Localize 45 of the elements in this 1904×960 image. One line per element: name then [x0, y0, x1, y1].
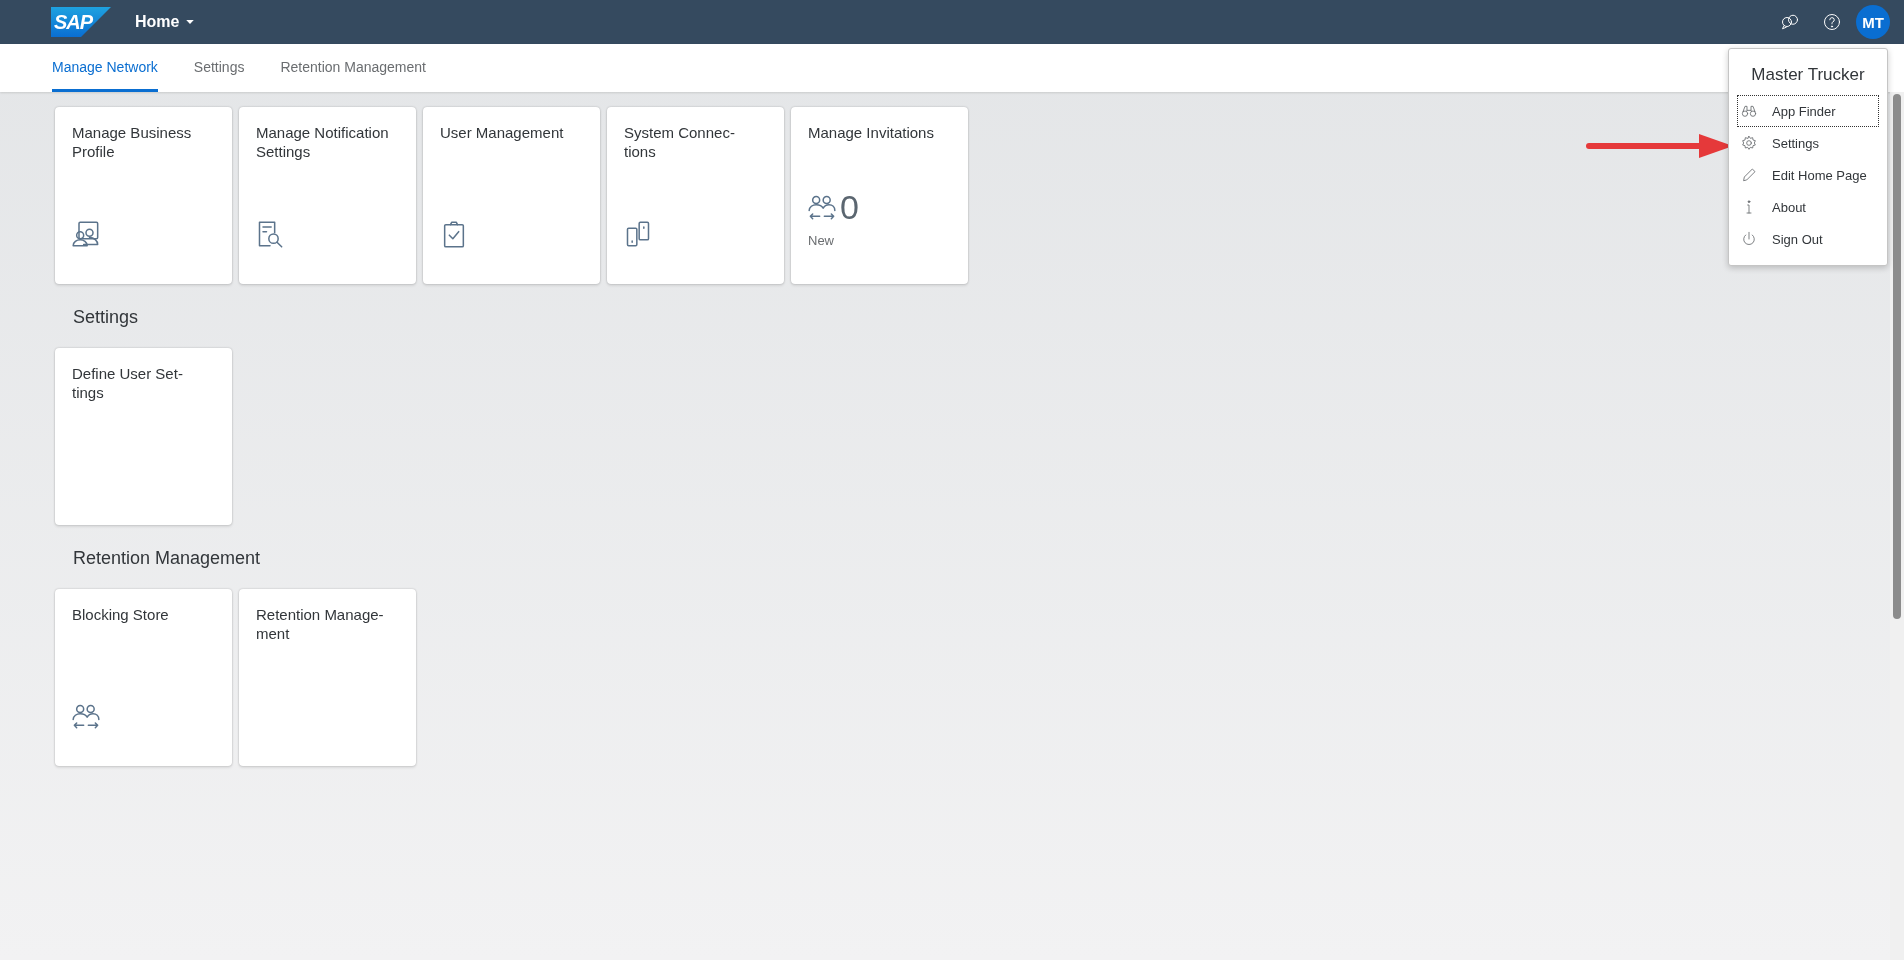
- settings-icon: [1741, 135, 1757, 151]
- menu-item[interactable]: App Finder: [1737, 95, 1879, 127]
- tile-title: Manage Business Profile: [72, 123, 193, 161]
- tile-title: Retention Manage- ment: [256, 605, 385, 643]
- app-tile[interactable]: Define User Set- tings: [55, 348, 232, 525]
- pencil-icon: [1741, 167, 1757, 183]
- tile-title: User Management: [440, 123, 565, 142]
- tile-title: Blocking Store: [72, 605, 170, 624]
- section-title: Retention Management: [73, 548, 262, 569]
- people-exchange-icon: [72, 702, 100, 730]
- section-title: Settings: [73, 307, 140, 328]
- app-tile[interactable]: Retention Manage- ment: [239, 589, 416, 766]
- app-tile[interactable]: Blocking Store: [55, 589, 232, 766]
- app-tile[interactable]: Manage Business Profile: [55, 107, 232, 284]
- sap-logo[interactable]: SAP: [51, 7, 111, 37]
- people-exchange-icon: [808, 193, 836, 221]
- caret-icon: [185, 17, 196, 27]
- tile-title: System Connec- tions: [624, 123, 736, 161]
- tile-title: Manage Notification Settings: [256, 123, 390, 161]
- people-card-icon: [72, 220, 100, 248]
- tab[interactable]: Manage Network: [52, 44, 158, 92]
- user-avatar-button[interactable]: MT: [1856, 5, 1890, 39]
- app-tile[interactable]: System Connec- tions: [607, 107, 784, 284]
- power-icon: [1741, 231, 1757, 247]
- app-tile[interactable]: User Management: [423, 107, 600, 284]
- home-menu-button[interactable]: Home: [135, 7, 196, 37]
- tab[interactable]: Settings: [193, 44, 245, 92]
- menu-item[interactable]: Sign Out: [1737, 223, 1879, 255]
- tab[interactable]: Retention Management: [280, 44, 426, 92]
- tile-title: Define User Set- tings: [72, 364, 184, 402]
- app-tile[interactable]: Manage Invitations 0 New: [791, 107, 968, 284]
- tile-title: Manage Invitations: [808, 123, 935, 142]
- help-icon: [1823, 13, 1841, 31]
- document-search-icon: [256, 220, 284, 248]
- speech-bubbles-icon: [1781, 13, 1799, 31]
- tile-footer: New: [808, 233, 951, 248]
- menu-item[interactable]: Edit Home Page: [1737, 159, 1879, 191]
- user-name: Master Trucker: [1750, 65, 1866, 85]
- devices-icon: [624, 220, 652, 248]
- app-tile[interactable]: Manage Notification Settings: [239, 107, 416, 284]
- binoculars-icon: [1741, 103, 1757, 119]
- tile-count: 0: [840, 189, 859, 225]
- menu-item[interactable]: About: [1737, 191, 1879, 223]
- scrollbar-thumb[interactable]: [1893, 94, 1901, 619]
- menu-item[interactable]: Settings: [1737, 127, 1879, 159]
